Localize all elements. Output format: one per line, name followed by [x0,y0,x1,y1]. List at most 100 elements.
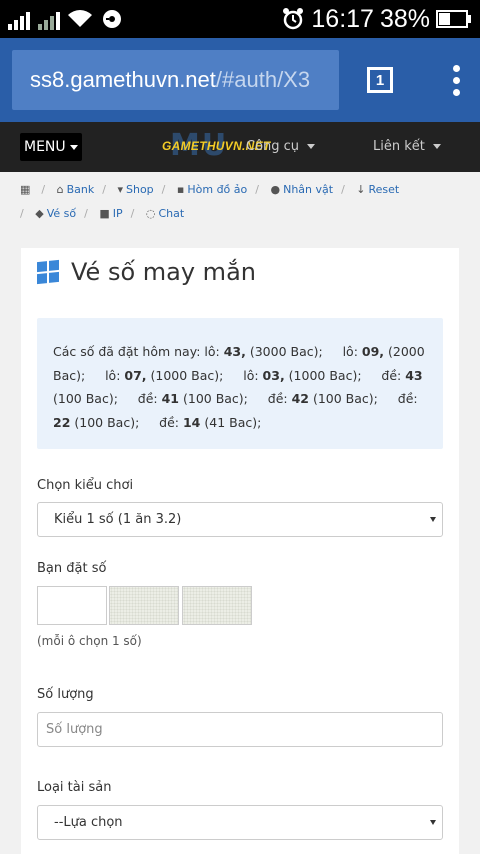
asset-type-select[interactable]: --Lựa chọn [37,805,443,840]
bet-amount: (100 Bac); [309,391,394,406]
crumb-hom-do-ao-label: Hòm đồ ảo [187,183,248,196]
card-header: Vé số may mắn [21,248,459,286]
play-type-label: Chọn kiểu chơi [37,478,134,493]
nav-item-links[interactable]: Liên kết [373,139,441,154]
status-bar: 16:17 38% [0,0,480,38]
bet-amount: (100 Bac); [70,414,156,430]
battery-icon [436,10,471,28]
crumb-chat-label: Chat [158,207,185,220]
bet-entry: lô: 07, (1000 Bac); [101,368,239,383]
download-icon: ↓ [356,183,366,196]
bet-entry: đề: 42 (100 Bac); [264,391,394,406]
menu-button[interactable]: MENU [20,133,82,161]
url-path: /#auth/X3 [215,67,311,92]
overflow-menu-icon[interactable] [453,64,460,96]
page-title: Vé số may mắn [71,258,256,286]
bet-number: 03, [262,367,285,383]
cart-icon: ▾ [117,183,123,196]
url-host: ss8.gamethuvn.net [30,67,216,92]
asset-type-value: --Lựa chọn [54,815,123,830]
bet-type: đề: [155,414,183,430]
battery-level: 38% [379,4,430,33]
wifi-icon [68,10,92,27]
tag-icon: ◆ [35,207,44,220]
bet-number-box-2[interactable] [109,586,179,625]
crumb-nhan-vat-label: Nhân vật [283,183,334,196]
chevron-down-icon [307,144,316,149]
crumb-ve-so-label: Vé số [46,207,77,220]
crumb-shop[interactable]: ▾ Shop [117,183,153,196]
crumb-ip[interactable]: ■ IP [99,207,122,220]
chevron-down-icon [69,144,78,150]
bet-type: đề: [377,367,406,383]
site-navbar: MENU MU GAMETHUVN.NET Công cụ Liên kết [0,122,480,172]
bet-amount: (1000 Bac); [284,367,378,383]
bet-amount: (3000 Bac); [245,344,339,359]
crumb-chat[interactable]: ◌ Chat [146,207,184,220]
crumb-shop-label: Shop [126,183,154,196]
bet-number: 42 [291,391,309,406]
browser-toolbar: ss8.gamethuvn.net/#auth/X3 1 [0,38,480,122]
breadcrumb: ▦ / ⌂ Bank / ▾ Shop / ▪ Hòm đồ ảo / ● Nhân vật / … [20,183,400,220]
select-arrow-icon [430,517,436,522]
bet-amount: (1000 Bac); [146,367,240,383]
nav-item-links-label: Liên kết [373,139,425,154]
lock-icon: ■ [99,207,110,220]
bets-intro: Các số đã đặt hôm nay: [53,344,201,359]
bet-number-label: Bạn đặt số [37,561,107,576]
bet-type: lô: [239,367,263,383]
alarm-icon [283,8,304,30]
calendar-icon[interactable]: ▦ [20,183,30,196]
bet-amount: (100 Bac); [53,391,134,406]
quantity-input[interactable]: Số lượng [37,712,443,747]
media-icon [103,10,121,28]
play-type-value: Kiểu 1 số (1 ăn 3.2) [54,512,182,527]
bet-amount: (100 Bac); [179,391,264,406]
menu-label: MENU [24,139,66,155]
chat-icon: ◌ [145,207,156,220]
bet-type: lô: [101,367,125,383]
crumb-reset-label: Reset [368,183,400,196]
bet-amount: (41 Bac); [200,414,278,430]
bet-number: 43, [223,344,246,359]
signal-icon [8,8,30,30]
windows-icon [37,259,59,285]
crumb-bank-label: Bank [66,183,95,196]
url-field[interactable]: ss8.gamethuvn.net/#auth/X3 [12,50,339,110]
bet-entry: đề: 41 (100 Bac); [134,391,264,406]
bet-number: 09, [361,344,385,359]
asset-type-label: Loại tài sản [37,780,112,795]
bet-number: 43 [405,367,423,383]
bet-type: lô: [338,344,362,359]
bet-type: lô: [204,344,224,359]
bet-entry: lô: 03, (1000 Bac); [239,368,377,383]
quantity-label: Số lượng [37,687,94,702]
select-arrow-icon [430,820,436,825]
clock-time: 16:17 [311,4,374,33]
crumb-reset[interactable]: ↓ Reset [356,183,399,196]
user-icon: ● [270,183,281,196]
bets-today-info: Các số đã đặt hôm nay: lô: 43, (3000 Bac… [37,318,443,449]
bet-number: 14 [182,414,201,430]
crumb-nhan-vat[interactable]: ● Nhân vật [270,183,333,196]
bet-type: đề: [133,391,162,406]
bank-icon: ⌂ [56,183,64,196]
tab-switcher-button[interactable]: 1 [367,67,393,93]
crumb-bank[interactable]: ⌂ Bank [57,183,95,196]
nav-item-tools-label: Công cụ [246,139,300,154]
crumb-ve-so[interactable]: ◆ Vé số [35,207,76,220]
bet-number-box-3[interactable] [182,586,252,625]
bet-type: đề: [263,391,292,406]
bet-entry: lô: 43, (3000 Bac); [204,344,338,359]
chevron-down-icon [432,144,441,149]
play-type-select[interactable]: Kiểu 1 số (1 ăn 3.2) [37,502,443,537]
bet-number: 41 [161,391,180,406]
bet-number-hint: (mỗi ô chọn 1 số) [37,634,142,648]
bet-number: 07, [124,367,147,383]
bet-number-box-1[interactable] [37,586,107,625]
crumb-ip-label: IP [112,207,123,220]
nav-item-tools[interactable]: Công cụ [246,139,316,154]
briefcase-icon: ▪ [176,183,185,196]
lottery-card: Vé số may mắn Các số đã đặt hôm nay: lô:… [21,248,459,854]
crumb-hom-do-ao[interactable]: ▪ Hòm đồ ảo [177,183,247,196]
